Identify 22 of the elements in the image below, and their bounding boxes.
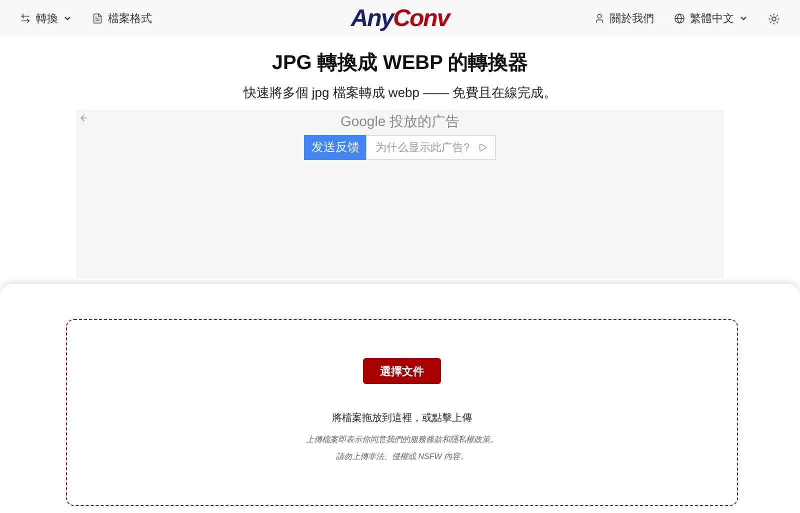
drop-hint: 將檔案拖放到這裡，或點擊上傳 (332, 412, 472, 425)
nav-link[interactable]: 繁體中文 (674, 11, 748, 26)
upload-note: 上傳檔案即表示你同意我們的服務條款和隱私權政策。 (306, 434, 498, 445)
back-arrow-icon[interactable] (79, 113, 89, 123)
globe-icon (674, 13, 685, 24)
ad-heading: Google 投放的广告 (340, 113, 460, 131)
nav-link[interactable]: 檔案格式 (92, 11, 152, 26)
upload-note: 請勿上傳非法、侵權或 NSFW 內容。 (336, 451, 468, 462)
play-icon (478, 143, 487, 152)
document-icon (92, 13, 103, 24)
swap-icon (20, 13, 31, 24)
page-subtitle: 快速將多個 jpg 檔案轉成 webp —— 免費且在線完成。 (243, 84, 557, 102)
nav-link[interactable]: 關於我們 (594, 11, 654, 26)
user-icon (594, 13, 605, 24)
page-title: JPG 轉換成 WEBP 的轉換器 (272, 51, 528, 76)
theme-toggle-icon[interactable] (768, 12, 780, 24)
logo-text: Conv (393, 4, 450, 32)
logo-text: Any (350, 4, 394, 32)
drop-zone[interactable]: 選擇文件 將檔案拖放到這裡，或點擊上傳 上傳檔案即表示你同意我們的服務條款和隱私權政策。 請勿上傳非法、侵權或 NSFW 內容。 (66, 319, 738, 506)
nav-link[interactable]: 轉換 (20, 11, 72, 26)
feedback-button[interactable]: 发送反馈 (304, 135, 366, 160)
choose-file-button[interactable]: 選擇文件 (363, 358, 441, 384)
